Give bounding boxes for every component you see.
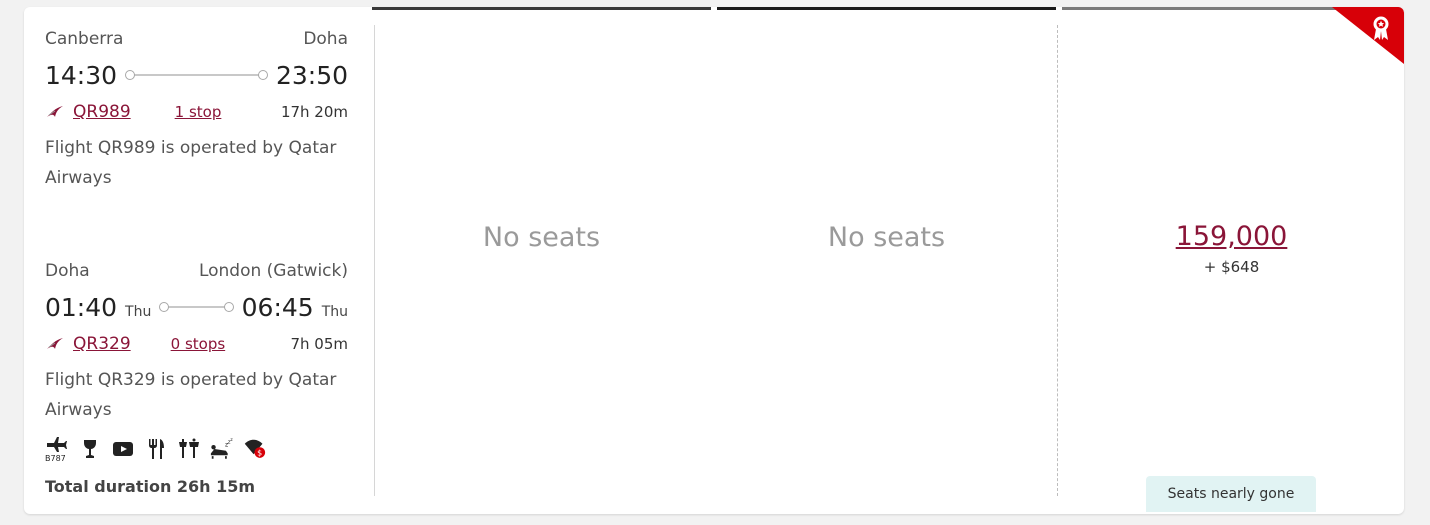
route-line — [125, 70, 268, 80]
drinks-icon[interactable] — [78, 437, 101, 461]
origin-city: Canberra — [45, 29, 124, 49]
leg-duration: 7h 05m — [290, 335, 348, 353]
cabin-3-price: 159,000 + $648 — [1062, 221, 1401, 276]
tax-amount: + $648 — [1203, 258, 1260, 276]
cabin-column-1-topbar — [372, 7, 711, 10]
entertainment-icon[interactable] — [111, 437, 134, 461]
cabin-1-no-seats: No seats — [482, 222, 601, 253]
city-row: Canberra Doha — [45, 29, 348, 51]
stops-link[interactable]: 1 stop — [175, 103, 222, 121]
restaurant-icon[interactable] — [177, 437, 200, 461]
depart-time: 01:40 — [45, 292, 118, 322]
total-duration: Total duration 26h 15m — [45, 477, 256, 496]
points-price-link[interactable]: 159,000 — [1176, 221, 1288, 252]
meal-icon[interactable] — [144, 437, 167, 461]
city-row: Doha London (Gatwick) — [45, 261, 348, 283]
operated-by: Flight QR989 is operated by Qatar Airway… — [45, 138, 337, 188]
flight-row: QR989 1 stop 17h 20m — [45, 101, 348, 123]
cabin-2-no-seats: No seats — [827, 222, 946, 253]
qatar-airways-logo-icon — [47, 106, 63, 117]
depart-time: 14:30 — [45, 60, 118, 90]
column-divider — [374, 25, 375, 496]
arrive-time: 23:50 — [275, 60, 348, 90]
flight-leg-2: Doha London (Gatwick) 01:40 Thu 06:45 Th… — [45, 261, 348, 425]
arrive-time: 06:45 — [241, 292, 314, 322]
flight-result-card: Canberra Doha 14:30 23:50 QR989 1 stop 1… — [24, 7, 1404, 514]
time-row: 01:40 Thu 06:45 Thu — [45, 291, 348, 323]
column-divider-dotted — [1057, 25, 1058, 496]
corner-badge — [1332, 7, 1404, 64]
origin-city: Doha — [45, 261, 90, 281]
flat-bed-icon[interactable]: z z z — [210, 437, 233, 461]
flight-number-link[interactable]: QR989 — [73, 102, 131, 122]
operated-by: Flight QR329 is operated by Qatar Airway… — [45, 370, 337, 420]
qatar-airways-logo-icon — [47, 338, 63, 349]
availability-badge: Seats nearly gone — [1146, 476, 1316, 512]
svg-text:z: z — [230, 438, 233, 443]
flight-leg-1: Canberra Doha 14:30 23:50 QR989 1 stop 1… — [45, 29, 348, 193]
depart-day: Thu — [125, 303, 152, 320]
amenities-row: B787 z z z $ — [45, 437, 266, 462]
svg-text:$: $ — [257, 449, 262, 458]
cabin-column-2-topbar — [717, 7, 1056, 10]
route-line — [159, 302, 234, 312]
destination-city: Doha — [303, 29, 348, 49]
stops-link[interactable]: 0 stops — [171, 335, 226, 353]
time-row: 14:30 23:50 — [45, 59, 348, 91]
arrive-day: Thu — [321, 303, 348, 320]
flight-number-link[interactable]: QR329 — [73, 334, 131, 354]
wifi-paid-icon[interactable]: $ — [243, 437, 266, 461]
flight-row: QR329 0 stops 7h 05m — [45, 333, 348, 355]
leg-duration: 17h 20m — [280, 103, 348, 121]
aircraft-icon[interactable]: B787 — [45, 437, 68, 462]
aircraft-type-label: B787 — [45, 454, 66, 462]
destination-city: London (Gatwick) — [198, 261, 348, 281]
